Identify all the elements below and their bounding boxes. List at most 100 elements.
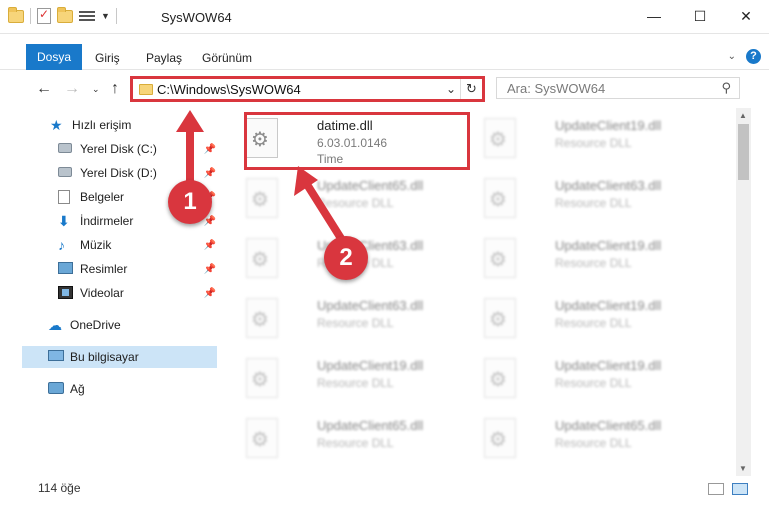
refresh-icon[interactable]: ↻	[460, 79, 482, 99]
maximize-button[interactable]: ☐	[677, 0, 723, 32]
minimize-button[interactable]: —	[631, 0, 677, 32]
large-icons-view-icon[interactable]	[732, 483, 748, 495]
file-item[interactable]: UpdateClient65.dll Resource DLL	[484, 412, 710, 468]
dll-file-icon	[484, 238, 516, 278]
toolbar-divider	[30, 8, 31, 24]
dll-file-icon	[246, 178, 278, 218]
pictures-icon	[58, 262, 73, 274]
file-item[interactable]: UpdateClient19.dll Resource DLL	[246, 352, 472, 408]
dll-file-icon	[484, 358, 516, 398]
search-placeholder: Ara: SysWOW64	[507, 81, 606, 96]
annotation-step-1: 1	[168, 180, 212, 224]
file-type: Resource DLL	[317, 376, 394, 390]
sidebar-item-pictures[interactable]: Resimler 📌	[58, 258, 216, 280]
dll-file-icon	[246, 358, 278, 398]
address-dropdown-icon[interactable]: ⌄	[446, 82, 456, 96]
file-type: Resource DLL	[555, 196, 632, 210]
vertical-scrollbar[interactable]: ▲ ▼	[736, 108, 751, 476]
search-input[interactable]: Ara: SysWOW64 ⚲	[496, 77, 740, 99]
file-name: UpdateClient65.dll	[317, 418, 424, 433]
sidebar-item-music[interactable]: ♪ Müzik 📌	[58, 234, 216, 256]
tab-home[interactable]: Giriş	[95, 46, 120, 70]
customize-toolbar-icon[interactable]: ▼	[101, 11, 110, 21]
ribbon-tabs: Dosya Giriş Paylaş Görünüm ⌄ ?	[0, 44, 769, 70]
scroll-up-arrow-icon[interactable]: ▲	[739, 111, 747, 120]
search-icon[interactable]: ⚲	[721, 80, 731, 96]
pin-icon[interactable]: 📌	[204, 168, 216, 179]
folder-icon	[8, 6, 24, 23]
navigation-bar: ← → ⌄ ↑ C:\Windows\SysWOW64 ⌄ ↻ Ara: Sys…	[0, 72, 769, 106]
pin-icon[interactable]: 📌	[204, 288, 216, 299]
tab-file[interactable]: Dosya	[26, 44, 82, 70]
sidebar-item-label: Müzik	[80, 238, 112, 252]
sidebar-item-label: Ağ	[70, 382, 85, 396]
file-type: Resource DLL	[555, 136, 632, 150]
dll-file-icon	[246, 238, 278, 278]
file-name: UpdateClient19.dll	[555, 298, 662, 313]
file-name: UpdateClient65.dll	[555, 418, 662, 433]
file-type: Resource DLL	[555, 256, 632, 270]
dll-file-icon	[246, 418, 278, 458]
document-icon	[58, 190, 70, 204]
toolbar-divider	[115, 8, 117, 24]
file-name: UpdateClient63.dll	[555, 178, 662, 193]
file-type: Resource DLL	[555, 376, 632, 390]
details-view-icon[interactable]	[708, 483, 724, 495]
forward-arrow-icon[interactable]: →	[64, 80, 80, 98]
sidebar-item-label: Yerel Disk (C:)	[80, 142, 157, 156]
disk-icon	[58, 143, 72, 153]
pin-icon[interactable]: 📌	[204, 144, 216, 155]
scrollbar-thumb[interactable]	[738, 124, 749, 180]
file-item[interactable]: UpdateClient19.dll Resource DLL	[484, 112, 710, 168]
file-item[interactable]: UpdateClient19.dll Resource DLL	[484, 352, 710, 408]
sidebar-item-this-pc[interactable]: Bu bilgisayar	[22, 346, 217, 368]
file-item[interactable]: UpdateClient19.dll Resource DLL	[484, 292, 710, 348]
tab-view[interactable]: Görünüm	[202, 46, 252, 70]
tab-share[interactable]: Paylaş	[146, 46, 182, 70]
sidebar-item-label: Bu bilgisayar	[70, 350, 139, 364]
file-name: UpdateClient19.dll	[555, 118, 662, 133]
address-bar[interactable]: C:\Windows\SysWOW64 ⌄ ↻	[130, 76, 485, 102]
file-name: UpdateClient63.dll	[317, 298, 424, 313]
address-path[interactable]: C:\Windows\SysWOW64	[157, 82, 301, 97]
download-icon: ⬇	[58, 213, 70, 229]
file-type: Resource DLL	[555, 436, 632, 450]
help-icon[interactable]: ?	[746, 49, 761, 64]
close-button[interactable]: ✕	[723, 0, 769, 32]
sidebar-item-network[interactable]: Ağ	[48, 378, 216, 400]
dll-file-icon	[484, 418, 516, 458]
dll-file-icon	[484, 298, 516, 338]
sidebar-item-label: Belgeler	[80, 190, 125, 204]
file-type: Resource DLL	[555, 316, 632, 330]
disk-icon	[58, 167, 72, 177]
sidebar-item-local-disk-c[interactable]: Yerel Disk (C:) 📌	[58, 138, 216, 160]
file-type: Resource DLL	[317, 316, 394, 330]
music-icon: ♪	[58, 237, 65, 253]
sidebar-item-onedrive[interactable]: ☁ OneDrive	[48, 314, 216, 336]
file-item[interactable]: UpdateClient65.dll Resource DLL	[246, 172, 472, 228]
properties-icon[interactable]	[37, 7, 51, 24]
sidebar-item-label: Resimler	[80, 262, 128, 276]
view-icon[interactable]	[79, 9, 95, 23]
annotation-step-2: 2	[324, 236, 368, 280]
window-bottom-edge	[0, 500, 769, 527]
pin-icon[interactable]: 📌	[204, 264, 216, 275]
sidebar-item-videos[interactable]: Videolar 📌	[58, 282, 216, 304]
title-bar: ▼ SysWOW64 — ☐ ✕	[0, 0, 769, 34]
window-controls: — ☐ ✕	[631, 0, 769, 32]
new-folder-icon[interactable]	[57, 6, 73, 23]
recent-locations-icon[interactable]: ⌄	[92, 84, 100, 95]
dll-file-icon	[484, 118, 516, 158]
file-item[interactable]: UpdateClient65.dll Resource DLL	[246, 412, 472, 468]
up-arrow-icon[interactable]: ↑	[111, 80, 119, 98]
file-item[interactable]: UpdateClient63.dll Resource DLL	[484, 172, 710, 228]
file-item[interactable]: UpdateClient19.dll Resource DLL	[484, 232, 710, 288]
expand-ribbon-icon[interactable]: ⌄	[728, 51, 736, 62]
pin-icon[interactable]: 📌	[204, 240, 216, 251]
file-name: UpdateClient19.dll	[555, 358, 662, 373]
file-item[interactable]: UpdateClient63.dll Resource DLL	[246, 292, 472, 348]
back-arrow-icon[interactable]: ←	[36, 80, 52, 98]
sidebar-item-quick-access[interactable]: ★ Hızlı erişim	[50, 114, 216, 136]
scroll-down-arrow-icon[interactable]: ▼	[739, 464, 747, 473]
cloud-icon: ☁	[48, 317, 62, 333]
